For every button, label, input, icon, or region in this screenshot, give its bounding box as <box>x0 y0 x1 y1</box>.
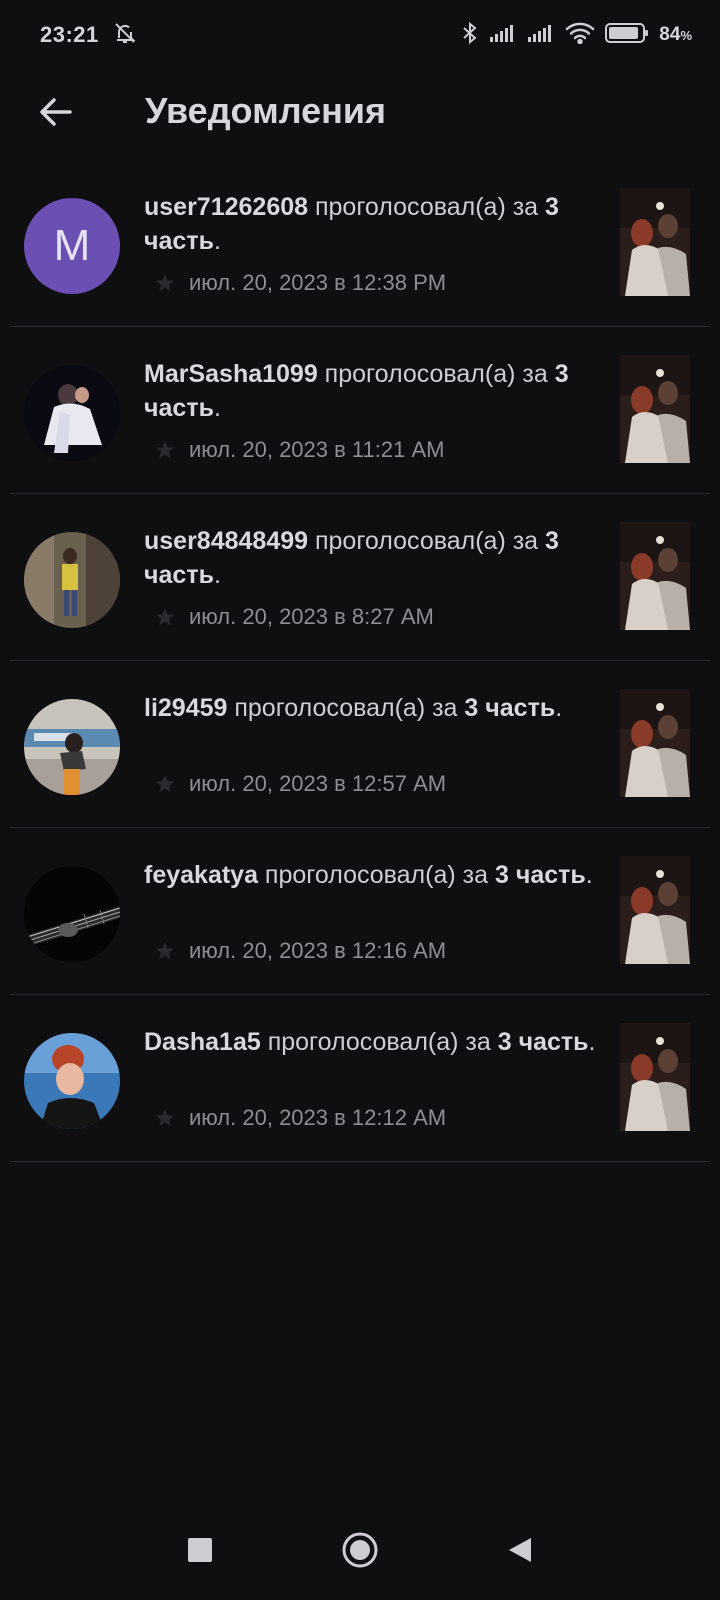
notification-item[interactable]: li29459 проголосовал(а) за 3 часть. июл.… <box>10 661 710 828</box>
notification-message: MarSasha1099 проголосовал(а) за 3 часть. <box>144 357 604 425</box>
notification-meta: июл. 20, 2023 в 11:21 AM <box>155 437 444 463</box>
star-icon <box>156 942 174 960</box>
action-text: проголосовал(а) за <box>257 861 495 889</box>
timestamp: июл. 20, 2023 в 11:21 AM <box>189 437 445 462</box>
notification-message: Dasha1a5 проголосовал(а) за 3 часть. <box>144 1025 604 1059</box>
status-bar: 23:21 84% <box>0 0 720 70</box>
avatar[interactable] <box>24 532 120 628</box>
message-suffix: . <box>585 861 593 889</box>
username[interactable]: user84848499 <box>144 527 308 555</box>
story-cover-thumbnail[interactable] <box>620 1023 690 1131</box>
recents-button[interactable] <box>175 1525 225 1575</box>
part-link[interactable]: 3 часть <box>464 694 555 722</box>
notifications-screen: 23:21 84% Уведомления M user71262608 про… <box>0 0 720 1600</box>
app-bar: Уведомления <box>0 70 720 154</box>
timestamp: июл. 20, 2023 в 12:16 AM <box>189 938 447 963</box>
story-cover-thumbnail[interactable] <box>620 522 690 630</box>
avatar[interactable] <box>24 365 120 461</box>
notification-item[interactable]: Dasha1a5 проголосовал(а) за 3 часть. июл… <box>10 995 710 1162</box>
notification-message: feyakatya проголосовал(а) за 3 часть. <box>144 858 604 892</box>
bluetooth-icon <box>461 21 479 50</box>
notification-meta: июл. 20, 2023 в 12:12 AM <box>155 1105 446 1131</box>
action-text: проголосовал(а) за <box>227 694 465 722</box>
timestamp: июл. 20, 2023 в 12:57 AM <box>189 771 447 796</box>
username[interactable]: li29459 <box>144 694 227 722</box>
action-text: проголосовал(а) за <box>317 360 555 388</box>
story-cover-thumbnail[interactable] <box>620 856 690 964</box>
wifi-icon <box>565 22 595 49</box>
notification-meta: июл. 20, 2023 в 8:27 AM <box>155 604 434 630</box>
home-button[interactable] <box>335 1525 385 1575</box>
story-cover-thumbnail[interactable] <box>620 355 690 463</box>
back-triangle-icon <box>509 1538 531 1562</box>
username[interactable]: Dasha1a5 <box>144 1028 261 1056</box>
notification-message: user84848499 проголосовал(а) за 3 часть. <box>144 524 604 592</box>
page-title: Уведомления <box>145 90 386 131</box>
star-icon <box>156 441 174 459</box>
recents-square-icon <box>188 1538 212 1562</box>
message-suffix: . <box>588 1028 596 1056</box>
avatar[interactable] <box>24 699 120 795</box>
message-suffix: . <box>213 394 221 422</box>
avatar[interactable]: M <box>24 198 120 294</box>
action-text: проголосовал(а) за <box>308 527 546 555</box>
star-icon <box>156 274 174 292</box>
notification-item[interactable]: feyakatya проголосовал(а) за 3 часть. ию… <box>10 828 710 995</box>
signal-icon <box>527 23 555 48</box>
nav-back-button[interactable] <box>495 1525 545 1575</box>
action-text: проголосовал(а) за <box>308 193 546 221</box>
story-cover-thumbnail[interactable] <box>620 188 690 296</box>
message-suffix: . <box>213 561 221 589</box>
star-icon <box>156 775 174 793</box>
star-icon <box>156 608 174 626</box>
system-nav-bar <box>0 1500 720 1600</box>
avatar[interactable] <box>24 1033 120 1129</box>
status-time: 23:21 <box>40 22 99 47</box>
username[interactable]: feyakatya <box>144 861 258 889</box>
notification-meta: июл. 20, 2023 в 12:16 AM <box>155 938 446 964</box>
home-circle-icon <box>342 1532 378 1568</box>
battery-percent: 84% <box>659 24 692 45</box>
username[interactable]: user71262608 <box>144 193 308 221</box>
message-suffix: . <box>213 227 221 255</box>
notifications-list: M user71262608 проголосовал(а) за 3 част… <box>0 160 720 1162</box>
arrow-left-icon <box>40 98 72 126</box>
action-text: проголосовал(а) за <box>260 1028 498 1056</box>
bell-off-icon <box>113 21 137 50</box>
notification-meta: июл. 20, 2023 в 12:57 AM <box>155 771 446 797</box>
message-suffix: . <box>555 694 563 722</box>
battery-icon <box>605 22 649 49</box>
signal-icon <box>489 23 517 48</box>
notification-item[interactable]: MarSasha1099 проголосовал(а) за 3 часть.… <box>10 327 710 494</box>
username[interactable]: MarSasha1099 <box>144 360 318 388</box>
timestamp: июл. 20, 2023 в 12:38 PM <box>189 270 447 295</box>
part-link[interactable]: 3 часть <box>495 861 586 889</box>
notification-message: li29459 проголосовал(а) за 3 часть. <box>144 691 604 725</box>
notification-message: user71262608 проголосовал(а) за 3 часть. <box>144 190 604 258</box>
back-button[interactable] <box>28 88 84 136</box>
avatar[interactable] <box>24 866 120 962</box>
timestamp: июл. 20, 2023 в 8:27 AM <box>189 604 434 629</box>
notification-item[interactable]: user84848499 проголосовал(а) за 3 часть.… <box>10 494 710 661</box>
notification-item[interactable]: M user71262608 проголосовал(а) за 3 част… <box>10 160 710 327</box>
timestamp: июл. 20, 2023 в 12:12 AM <box>189 1105 447 1130</box>
part-link[interactable]: 3 часть <box>498 1028 589 1056</box>
notification-meta: июл. 20, 2023 в 12:38 PM <box>155 270 446 296</box>
story-cover-thumbnail[interactable] <box>620 689 690 797</box>
star-icon <box>156 1109 174 1127</box>
